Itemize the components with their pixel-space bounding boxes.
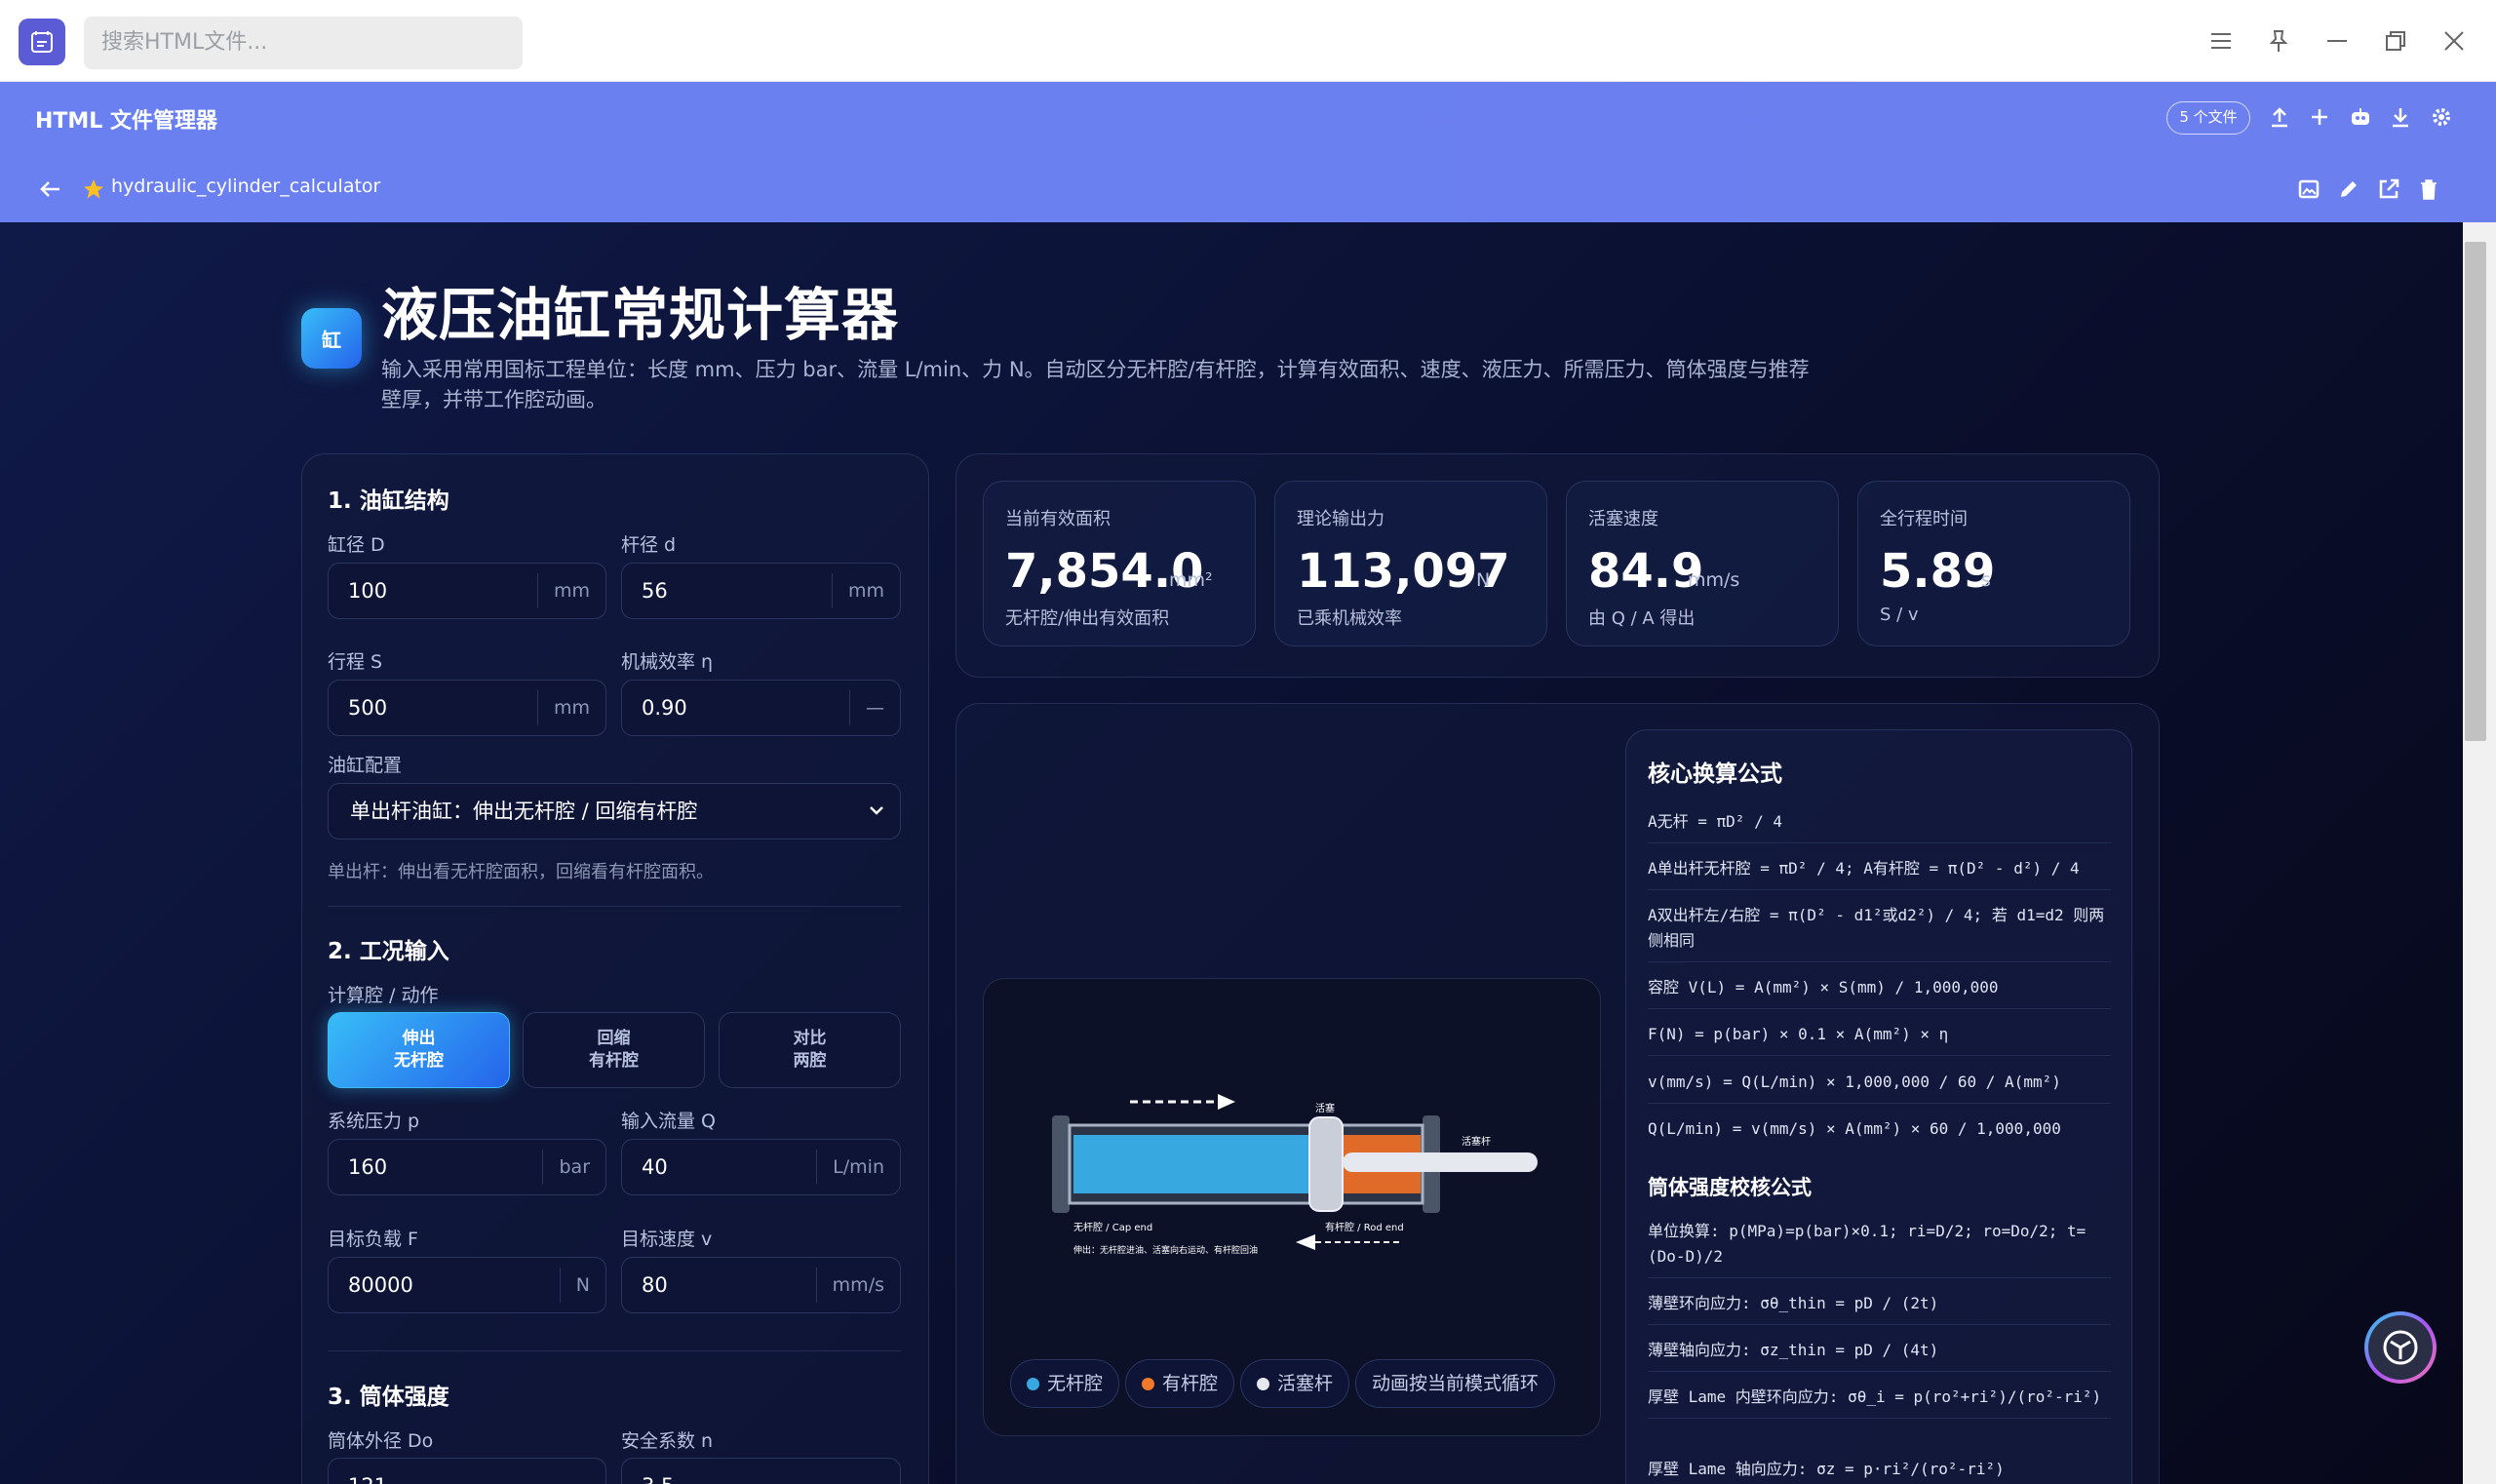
bore-input[interactable]: 100 mm	[328, 563, 606, 619]
strength-formula-heading: 筒体强度校核公式	[1648, 1176, 1812, 1199]
speed-label: 目标速度 v	[621, 1229, 713, 1250]
stroke-label: 行程 S	[328, 651, 383, 673]
piston-rod-dot	[1257, 1377, 1269, 1390]
edit-icon[interactable]	[2333, 174, 2364, 205]
close-button[interactable]	[2435, 21, 2474, 60]
formula-line: F(N) = p(bar) × 0.1 × A(mm²) × η	[1648, 1022, 2111, 1056]
strength-formula-line: 薄壁轴向应力: σz_thin = pD / (4t)	[1648, 1338, 2111, 1372]
minimize-button[interactable]	[2318, 21, 2357, 60]
cap-end-label: 无杆腔 / Cap end	[1073, 1221, 1152, 1233]
rod-text-label: 活塞杆	[1462, 1135, 1491, 1148]
cap-dot	[1027, 1377, 1039, 1390]
open-external-icon[interactable]	[2373, 174, 2404, 205]
section-strength-heading: 3. 筒体强度	[328, 1385, 449, 1410]
section-structure-heading: 1. 油缸结构	[328, 488, 449, 514]
strength-formula-line: 厚壁 Lame 内壁环向应力: σθ_i = p(ro²+ri²)/(ro²-r…	[1648, 1385, 2111, 1419]
settings-icon[interactable]	[2426, 101, 2457, 133]
efficiency-input[interactable]: 0.90—	[621, 680, 901, 736]
file-count-badge: 5 个文件	[2166, 101, 2250, 135]
rod-label: 杆径 d	[621, 534, 677, 556]
legend-piston-rod-chip: 活塞杆	[1240, 1359, 1350, 1408]
scrollbar-thumb[interactable]	[2465, 242, 2486, 741]
load-input[interactable]: 80000 N	[328, 1257, 606, 1313]
breadcrumb-filename: hydraulic_cylinder_calculator	[111, 176, 381, 197]
search-input[interactable]: 搜索HTML文件...	[84, 17, 523, 69]
flow-input[interactable]: 40 L/min	[621, 1139, 901, 1195]
rod-side-dot	[1142, 1377, 1154, 1390]
page-title: 液压油缸常规计算器	[381, 282, 900, 348]
pressure-input[interactable]: 160 bar	[328, 1139, 606, 1195]
mode-retract-button[interactable]: 回缩 有杆腔	[523, 1012, 705, 1088]
speed-input[interactable]: 80 mm/s	[621, 1257, 901, 1313]
safety-factor-label: 安全系数 n	[621, 1430, 714, 1452]
add-icon[interactable]	[2304, 101, 2335, 133]
mode-compare-button[interactable]: 对比 两腔	[719, 1012, 901, 1088]
app-logo: 缸	[301, 308, 362, 369]
robot-icon[interactable]	[2345, 101, 2376, 133]
rod-input[interactable]: 56 mm	[621, 563, 901, 619]
rod-end-label: 有杆腔 / Rod end	[1325, 1221, 1404, 1233]
star-icon[interactable]	[78, 174, 109, 205]
screenshot-icon[interactable]	[2293, 174, 2324, 205]
legend-cap-chip: 无杆腔	[1010, 1359, 1120, 1408]
stat-card-area: 当前有效面积 7,854.0 mm² 无杆腔/伸出有效面积	[983, 481, 1256, 646]
config-note: 单出杆：伸出看无杆腔面积，回缩看有杆腔面积。	[328, 862, 714, 882]
stat-card-time: 全行程时间 5.89 sS / v	[1857, 481, 2130, 646]
section-work-heading: 2. 工况输入	[328, 939, 449, 964]
assistant-icon	[2383, 1330, 2418, 1365]
upload-icon[interactable]	[2264, 101, 2295, 133]
assistant-button[interactable]	[2364, 1311, 2437, 1384]
efficiency-label: 机械效率 η	[621, 651, 714, 673]
strength-formula-line: 薄壁环向应力: σθ_thin = pD / (2t)	[1648, 1291, 2111, 1325]
piston-label: 活塞	[1315, 1102, 1335, 1114]
pin-icon[interactable]	[2259, 21, 2298, 60]
calculator-page: 缸 液压油缸常规计算器 输入采用常用国标工程单位：长度 mm、压力 bar、流量…	[0, 222, 2463, 1484]
strength-formula-line: 单位换算: p(MPa)=p(bar)×0.1; ri=D/2; ro=Do/2…	[1648, 1219, 2111, 1278]
delete-icon[interactable]	[2413, 174, 2444, 205]
app-title: HTML 文件管理器	[35, 109, 217, 134]
menu-icon[interactable]	[2202, 21, 2241, 60]
outer-diameter-label: 筒体外径 Do	[328, 1430, 434, 1452]
stat-card-speed: 活塞速度 84.9 mm/s 由 Q / A 得出	[1566, 481, 1839, 646]
strength-formula-line: 厚壁 Lame 轴向应力: σz = p·ri²/(ro²-ri²)	[1648, 1460, 2005, 1478]
animation-loop-chip: 动画按当前模式循环	[1355, 1359, 1556, 1408]
download-icon[interactable]	[2385, 101, 2416, 133]
formula-line: 容腔 V(L) = A(mm²) × S(mm) / 1,000,000	[1648, 975, 2111, 1009]
outer-diameter-input[interactable]: 121	[328, 1458, 606, 1484]
pressure-label: 系统压力 p	[328, 1111, 420, 1132]
load-label: 目标负载 F	[328, 1229, 418, 1250]
title-bar: 搜索HTML文件...	[0, 0, 2496, 82]
formula-line: A双出杆左/右腔 = π(D² - d1²或d2²) / 4; 若 d1=d2 …	[1648, 903, 2111, 962]
page-subtitle: 输入采用常用国标工程单位：长度 mm、压力 bar、流量 L/min、力 N。自…	[381, 358, 1810, 411]
app-icon[interactable]	[19, 19, 65, 65]
bore-label: 缸径 D	[328, 534, 385, 556]
maximize-button[interactable]	[2376, 21, 2415, 60]
formula-line: A单出杆无杆腔 = πD² / 4; A有杆腔 = π(D² - d²) / 4	[1648, 856, 2111, 890]
mode-extend-button[interactable]: 伸出 无杆腔	[328, 1012, 510, 1088]
mode-label: 计算腔 / 动作	[328, 985, 439, 1006]
app-header: HTML 文件管理器 5 个文件 hydraulic_cylinder_calc…	[0, 82, 2496, 222]
formula-line: Q(L/min) = v(mm/s) × A(mm²) × 60 / 1,000…	[1648, 1119, 2061, 1138]
stroke-input[interactable]: 500 mm	[328, 680, 606, 736]
divider	[328, 906, 901, 907]
legend-rod-side-chip: 有杆腔	[1125, 1359, 1235, 1408]
formula-line: A无杆 = πD² / 4	[1648, 809, 2111, 843]
config-label: 油缸配置	[328, 755, 403, 776]
formula-line: v(mm/s) = Q(L/min) × 1,000,000 / 60 / A(…	[1648, 1070, 2111, 1104]
cylinder-config-select[interactable]: 单出杆油缸：伸出无杆腔 / 回缩有杆腔	[328, 783, 901, 840]
animation-caption: 伸出：无杆腔进油、活塞向右运动、有杆腔回油	[1073, 1244, 1258, 1256]
formula-heading: 核心换算公式	[1648, 762, 1782, 787]
flow-label: 输入流量 Q	[621, 1111, 716, 1132]
divider	[328, 1350, 901, 1351]
safety-factor-input[interactable]: 3.5	[621, 1458, 901, 1484]
stat-card-force: 理论输出力 113,097 N 已乘机械效率	[1274, 481, 1547, 646]
chevron-down-icon	[870, 806, 883, 815]
back-arrow-icon[interactable]	[35, 174, 66, 205]
